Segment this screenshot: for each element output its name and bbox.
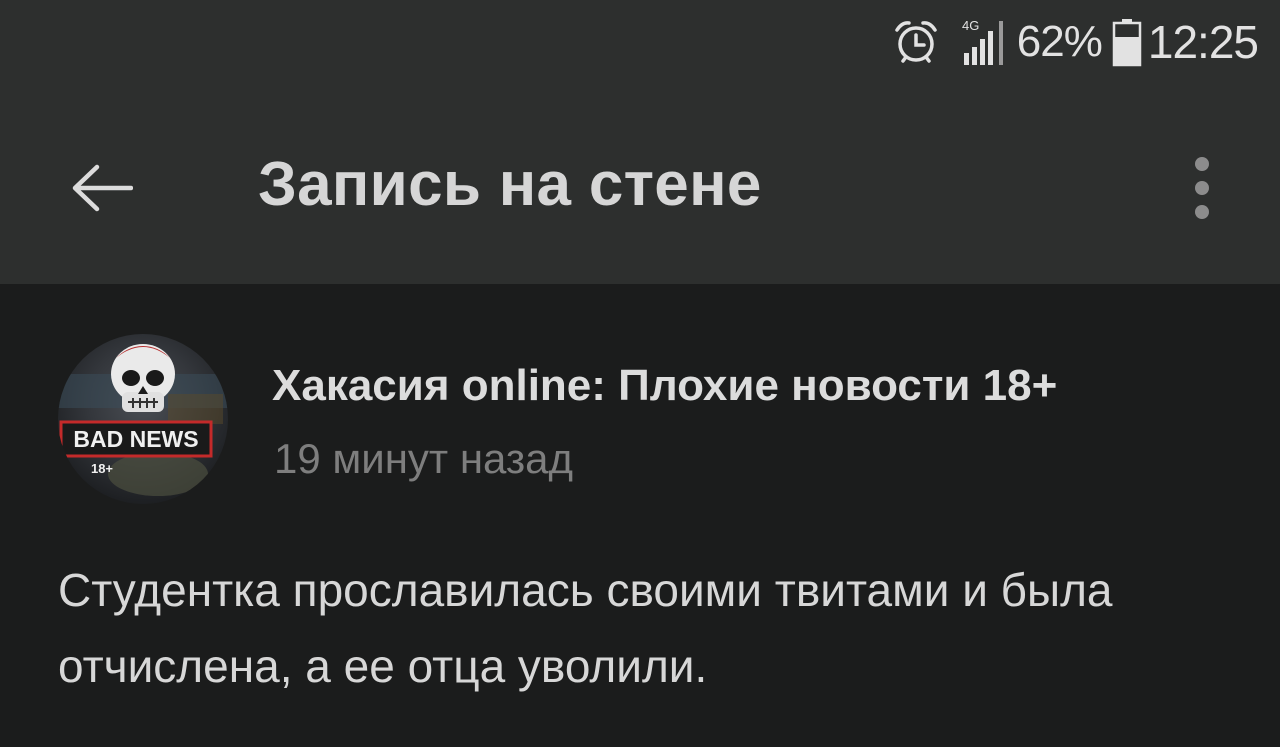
community-avatar-image: BAD NEWS 18+	[58, 334, 228, 504]
avatar[interactable]: BAD NEWS 18+	[58, 334, 228, 504]
post-header: BAD NEWS 18+ Хакасия online: Плохие ново…	[58, 334, 1238, 508]
page-title: Запись на стене	[258, 150, 762, 219]
cellular-signal-icon: 4G	[962, 18, 1003, 65]
status-clock: 12:25	[1147, 16, 1259, 68]
more-options-button[interactable]	[1170, 148, 1234, 228]
alarm-clock-icon	[895, 21, 937, 63]
wall-post-screen: 4G 62% 12:25 Запись на стене BAD NEWS 18…	[0, 0, 1280, 747]
toolbar: Запись на стене	[0, 86, 1280, 284]
post-timestamp: 19 минут назад	[274, 435, 574, 482]
avatar-badge-text: BAD NEWS	[73, 426, 198, 452]
more-vertical-icon	[1195, 157, 1209, 219]
status-items: 4G 62% 12:25	[893, 14, 1259, 70]
battery-icon	[1112, 19, 1142, 67]
post-author-link[interactable]: Хакасия online: Плохие новости 18+	[272, 361, 1057, 410]
arrow-left-icon	[72, 164, 133, 212]
battery-percent: 62%	[1016, 17, 1103, 66]
avatar-age-text: 18+	[91, 461, 113, 476]
network-type-label: 4G	[962, 18, 979, 33]
status-bar: 4G 62% 12:25	[0, 0, 1280, 86]
back-button[interactable]	[52, 143, 152, 233]
post-text: Студентка прославилась своими твитами и …	[58, 564, 1113, 692]
